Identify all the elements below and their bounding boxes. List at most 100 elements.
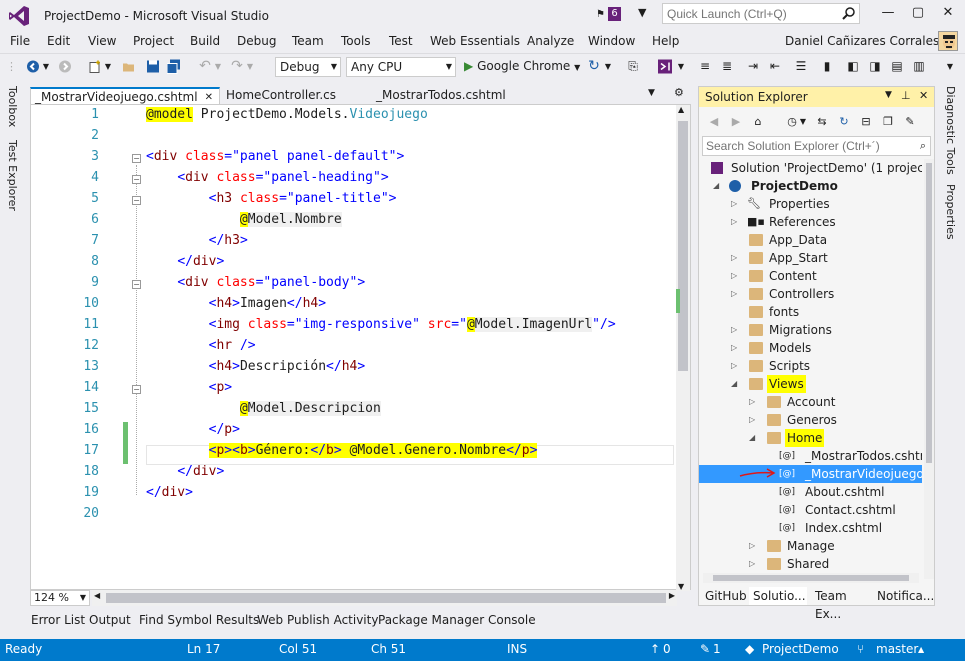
extension-dropdown-icon[interactable]: ▼ bbox=[677, 58, 685, 75]
code-line[interactable]: @model ProjectDemo.Models.Videojuego bbox=[146, 107, 428, 122]
save-icon[interactable] bbox=[146, 58, 160, 75]
repository-icon[interactable]: ◆ bbox=[745, 642, 754, 656]
tree-horizontal-scrollbar[interactable] bbox=[703, 573, 919, 583]
menu-window[interactable]: Window bbox=[588, 34, 635, 48]
tree-item-file[interactable]: [@] Index.cshtml bbox=[699, 519, 922, 537]
back-icon[interactable]: ◀ bbox=[707, 113, 721, 130]
properties-tab[interactable]: Properties bbox=[944, 184, 957, 240]
menu-build[interactable]: Build bbox=[190, 34, 220, 48]
close-icon[interactable]: ✕ bbox=[919, 89, 928, 102]
collapse-all-icon[interactable]: ⊟ bbox=[859, 113, 873, 130]
sync-icon[interactable]: ⇆ bbox=[815, 113, 829, 130]
tree-item-folder[interactable]: ▷ Content bbox=[699, 267, 922, 285]
code-line[interactable]: <h4>Descripción</h4> bbox=[146, 359, 366, 374]
tree-item-file[interactable]: [@] Contact.cshtml bbox=[699, 501, 922, 519]
tree-vertical-scrollbar[interactable] bbox=[924, 159, 934, 579]
tab-team-explorer[interactable]: Team Ex... bbox=[811, 587, 871, 621]
collapse-icon[interactable]: − bbox=[132, 280, 141, 289]
menu-analyze[interactable]: Analyze bbox=[527, 34, 574, 48]
save-all-icon[interactable] bbox=[167, 58, 181, 75]
menu-web-essentials[interactable]: Web Essentials bbox=[430, 34, 520, 48]
tree-item-folder[interactable]: ▷ Migrations bbox=[699, 321, 922, 339]
tab-github[interactable]: GitHub bbox=[701, 587, 747, 605]
history-icon[interactable]: ◷ bbox=[785, 113, 799, 130]
open-folder-icon[interactable] bbox=[122, 58, 136, 75]
zoom-level-dropdown[interactable]: 124 % ▼ bbox=[30, 590, 90, 606]
code-line-selected[interactable]: <p><b>Género:</b> @Model.Genero.Nombre</… bbox=[146, 443, 538, 458]
chevron-up-icon[interactable]: ▲ bbox=[918, 645, 924, 654]
indent-icon[interactable]: ⇥ bbox=[746, 58, 760, 75]
code-line[interactable]: </h3> bbox=[146, 233, 248, 248]
refresh-dropdown-icon[interactable]: ▼ bbox=[604, 58, 612, 75]
undo-dropdown-icon[interactable]: ▼ bbox=[214, 58, 222, 75]
undo-icon[interactable]: ↶ bbox=[198, 58, 212, 75]
refresh-icon[interactable]: ↻ bbox=[587, 58, 601, 75]
tree-item-views[interactable]: ◢ Views bbox=[699, 375, 922, 393]
tree-item-folder[interactable]: App_Data bbox=[699, 231, 922, 249]
tree-item-folder[interactable]: ▷ Manage bbox=[699, 537, 922, 555]
uncomment-icon[interactable]: ≣ bbox=[720, 58, 734, 75]
tab-error-list[interactable]: Error List bbox=[31, 613, 85, 627]
scroll-down-icon[interactable]: ▼ bbox=[678, 582, 684, 591]
outdent-icon[interactable]: ⇤ bbox=[768, 58, 782, 75]
chevron-down-icon[interactable]: ▼ bbox=[885, 90, 892, 100]
tree-item-references[interactable]: ▷ ■▪ References bbox=[699, 213, 922, 231]
quick-launch-input[interactable] bbox=[663, 4, 833, 23]
collapse-icon[interactable]: − bbox=[132, 385, 141, 394]
redo-icon[interactable]: ↷ bbox=[230, 58, 244, 75]
new-project-icon[interactable] bbox=[88, 58, 102, 75]
home-icon[interactable]: ⌂ bbox=[751, 113, 765, 130]
scroll-up-icon[interactable]: ▲ bbox=[678, 105, 684, 114]
tree-item-properties[interactable]: ▷ 🔧︎ Properties bbox=[699, 195, 922, 213]
scroll-thumb[interactable] bbox=[926, 163, 932, 463]
tab-solution-explorer[interactable]: Solutio... bbox=[749, 587, 807, 605]
menu-help[interactable]: Help bbox=[652, 34, 679, 48]
collapse-icon[interactable]: − bbox=[132, 196, 141, 205]
notifications-indicator[interactable]: ⚑ 6 bbox=[596, 7, 624, 22]
code-editor[interactable]: 1 2 3 4 5 6 7 8 9 10 11 12 13 14 15 16 17 18 19 20 − − − − … bbox=[30, 104, 691, 591]
tree-item-file[interactable]: [@] About.cshtml bbox=[699, 483, 922, 501]
tree-item-folder[interactable]: fonts bbox=[699, 303, 922, 321]
code-line[interactable]: </div> bbox=[146, 464, 224, 479]
browser-link-icon[interactable]: ⎘ bbox=[626, 58, 640, 75]
branch-name[interactable]: master bbox=[876, 642, 918, 656]
scroll-right-icon[interactable]: ▶ bbox=[669, 591, 675, 600]
menu-file[interactable]: File bbox=[10, 34, 30, 48]
menu-view[interactable]: View bbox=[88, 34, 116, 48]
back-dropdown-icon[interactable]: ▼ bbox=[42, 58, 50, 75]
avatar[interactable] bbox=[938, 31, 958, 51]
repository-name[interactable]: ProjectDemo bbox=[762, 642, 839, 656]
redo-dropdown-icon[interactable]: ▼ bbox=[246, 58, 254, 75]
code-line[interactable]: </p> bbox=[146, 422, 240, 437]
vs-extension-icon[interactable] bbox=[657, 58, 673, 75]
start-debugging-button[interactable]: ▶ Google Chrome ▼ bbox=[464, 58, 582, 75]
code-line[interactable]: </div> bbox=[146, 254, 224, 269]
align-icon[interactable]: ☰ bbox=[794, 58, 808, 75]
branch-icon[interactable]: ⑂ bbox=[857, 642, 864, 656]
tree-item-project[interactable]: ◢ ProjectDemo bbox=[699, 177, 922, 195]
tab-package-manager-console[interactable]: Package Manager Console bbox=[378, 613, 536, 627]
pencil-icon[interactable]: ✎ bbox=[700, 642, 710, 656]
tab-notifications[interactable]: Notifica... bbox=[873, 587, 934, 605]
code-line[interactable]: <h4>Imagen</h4> bbox=[146, 296, 326, 311]
tab-list-dropdown-icon[interactable]: ▼ bbox=[648, 88, 655, 98]
settings-gear-icon[interactable]: ⚙ bbox=[674, 86, 684, 99]
tree-item-file[interactable]: [@] _MostrarTodos.cshtml bbox=[699, 447, 922, 465]
tab-home-controller[interactable]: HomeController.cs bbox=[222, 87, 370, 104]
platform-dropdown[interactable]: Any CPU ▼ bbox=[346, 57, 456, 77]
user-name[interactable]: Daniel Cañizares Corrales bbox=[785, 34, 939, 48]
next-bookmark-folder-icon[interactable]: ▤ bbox=[890, 58, 904, 75]
forward-icon[interactable]: ▶ bbox=[729, 113, 743, 130]
menu-edit[interactable]: Edit bbox=[47, 34, 70, 48]
next-bookmark-icon[interactable]: ◨ bbox=[868, 58, 882, 75]
close-button[interactable]: ✕ bbox=[933, 4, 963, 22]
collapse-icon[interactable]: − bbox=[132, 175, 141, 184]
solution-search-input[interactable] bbox=[703, 137, 903, 155]
new-dropdown-icon[interactable]: ▼ bbox=[104, 58, 112, 75]
code-line[interactable]: @Model.Nombre bbox=[146, 212, 342, 227]
scroll-thumb[interactable] bbox=[713, 575, 909, 581]
tree-item-folder[interactable]: ▷ Account bbox=[699, 393, 922, 411]
code-line[interactable]: <hr /> bbox=[146, 338, 256, 353]
minimize-button[interactable]: — bbox=[873, 4, 903, 22]
scroll-left-icon[interactable]: ◀ bbox=[94, 591, 100, 600]
